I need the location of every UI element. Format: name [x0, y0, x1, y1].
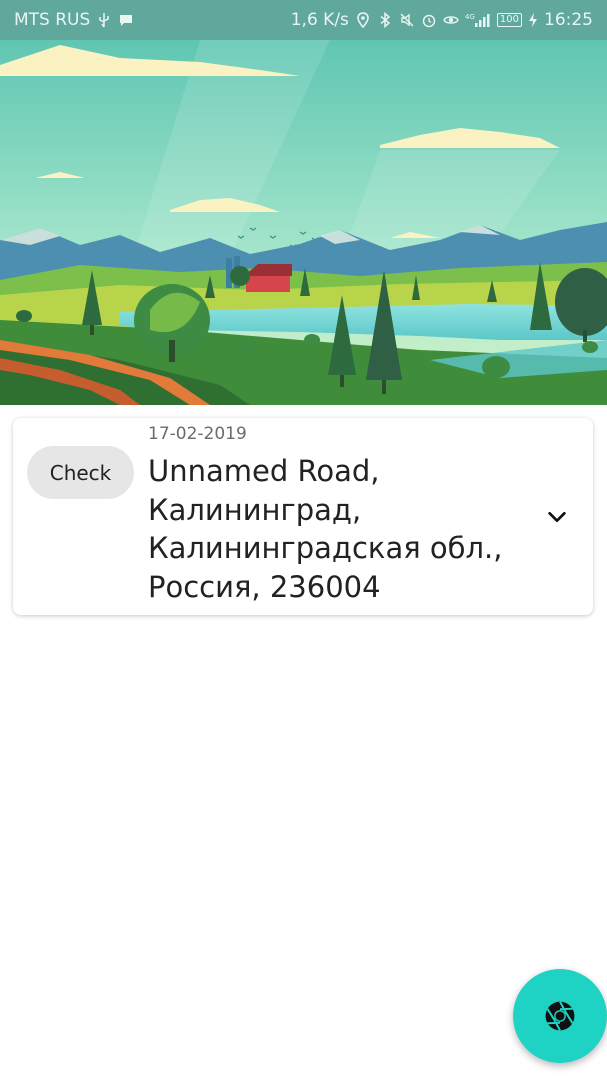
signal-icon: 4G [465, 12, 491, 28]
chevron-down-icon[interactable] [544, 504, 570, 530]
entry-address: Unnamed Road, Калининград, Калининградск… [148, 454, 503, 604]
network-speed: 1,6 K/s [290, 10, 349, 30]
eye-icon [443, 12, 459, 28]
status-bar: MTS RUS 1,6 K/s 4G 100 16:25 [0, 0, 607, 40]
alarm-icon [421, 12, 437, 28]
camera-shutter-icon [545, 1001, 575, 1031]
usb-icon [96, 12, 112, 28]
capture-fab[interactable] [513, 969, 607, 1063]
landscape-illustration [0, 40, 607, 405]
charging-icon [528, 12, 538, 28]
status-bar-left: MTS RUS [14, 10, 134, 30]
location-icon [355, 12, 371, 28]
network-type: 4G [465, 13, 475, 21]
check-button[interactable]: Check [27, 446, 134, 499]
clock: 16:25 [544, 10, 593, 30]
battery-indicator: 100 [496, 13, 522, 27]
entry-date: 17-02-2019 [148, 424, 247, 444]
carrier-name: MTS RUS [14, 10, 91, 30]
bluetooth-icon [377, 12, 393, 28]
header-banner [0, 40, 607, 405]
location-entry-card[interactable]: Check 17-02-2019 Unnamed Road, Калинингр… [13, 418, 593, 615]
status-bar-right: 1,6 K/s 4G 100 16:25 [291, 10, 593, 30]
message-icon [118, 12, 134, 28]
mute-icon [399, 12, 415, 28]
